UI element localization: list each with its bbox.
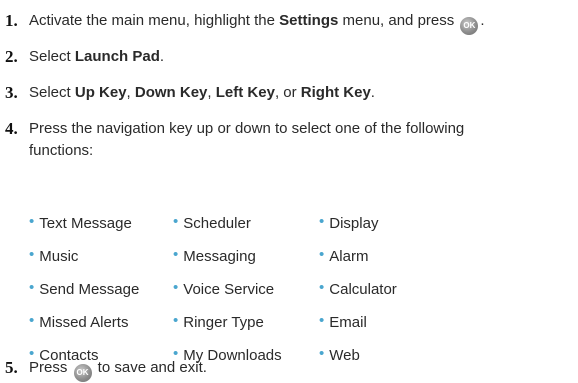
bullet-icon: • xyxy=(173,246,179,263)
step-text: Select Launch Pad. xyxy=(29,46,574,67)
right-key-label: Right Key xyxy=(300,84,371,101)
step-number: 4. xyxy=(5,119,18,138)
step-text-line-1: Press the navigation key up or down to s… xyxy=(29,120,465,137)
step-text-part: Press xyxy=(29,359,72,376)
function-label: Missed Alerts xyxy=(39,314,129,331)
step-text-part: menu, and press xyxy=(338,12,459,29)
step-text-part: , or xyxy=(274,84,301,101)
step-text-part: to save and exit. xyxy=(93,359,207,376)
bullet-icon: • xyxy=(173,279,179,296)
function-label: Scheduler xyxy=(183,215,251,232)
function-label: Send Message xyxy=(39,281,140,298)
step-text-part: Select xyxy=(29,48,75,65)
bullet-icon: • xyxy=(319,279,325,296)
step-text-part: . xyxy=(159,48,165,65)
left-key-label: Left Key xyxy=(215,84,275,101)
step-5: 5. Press OK to save and exit. xyxy=(5,357,574,382)
step-text-part: , xyxy=(207,84,216,101)
step-2: 2. Select Launch Pad. xyxy=(5,46,574,67)
function-list: • Text Message • Scheduler • Display • Music… xyxy=(29,207,489,372)
step-text: Activate the main menu, highlight the Se… xyxy=(29,10,574,35)
function-label: Voice Service xyxy=(183,281,275,298)
settings-menu-label: Settings xyxy=(279,12,339,29)
function-label: Display xyxy=(329,215,379,232)
bullet-icon: • xyxy=(319,246,325,263)
function-item: • Display xyxy=(319,207,469,240)
step-number: 5. xyxy=(5,358,18,377)
bullet-icon: • xyxy=(319,213,325,230)
up-key-label: Up Key xyxy=(74,84,127,101)
step-text: Select Up Key, Down Key, Left Key, or Ri… xyxy=(29,82,574,103)
step-text: Press OK to save and exit. xyxy=(29,357,574,382)
step-text-part: . xyxy=(480,12,485,29)
function-label: Calculator xyxy=(329,281,397,298)
step-3: 3. Select Up Key, Down Key, Left Key, or… xyxy=(5,82,574,103)
function-item: • Scheduler xyxy=(173,207,319,240)
step-number: 2. xyxy=(5,47,18,66)
function-item: • Music xyxy=(29,240,173,273)
step-text-part: Select xyxy=(29,84,75,101)
step-4: 4. Press the navigation key up or down t… xyxy=(5,118,574,161)
function-label: Text Message xyxy=(39,215,132,232)
function-item: • Voice Service xyxy=(173,273,319,306)
bullet-icon: • xyxy=(173,213,179,230)
ok-button-icon: OK xyxy=(460,17,479,35)
bullet-icon: • xyxy=(29,213,35,230)
step-text-line-2: functions: xyxy=(29,142,94,159)
function-label: Messaging xyxy=(183,248,256,265)
bullet-icon: • xyxy=(29,279,35,296)
function-label: Music xyxy=(39,248,79,265)
step-text-part: . xyxy=(370,84,375,101)
function-item: • Send Message xyxy=(29,273,173,306)
step-text-part: , xyxy=(126,84,135,101)
bullet-icon: • xyxy=(29,312,35,329)
function-item: • Email xyxy=(319,306,469,339)
function-item: • Missed Alerts xyxy=(29,306,173,339)
function-item: • Ringer Type xyxy=(173,306,319,339)
launch-pad-label: Launch Pad xyxy=(74,48,160,65)
function-label: Email xyxy=(329,314,367,331)
down-key-label: Down Key xyxy=(134,84,208,101)
step-number: 1. xyxy=(5,11,18,30)
function-item: • Alarm xyxy=(319,240,469,273)
bullet-icon: • xyxy=(319,312,325,329)
ok-button-icon: OK xyxy=(73,364,92,382)
step-1: 1. Activate the main menu, highlight the… xyxy=(5,10,574,35)
function-item: • Text Message xyxy=(29,207,173,240)
function-item: • Messaging xyxy=(173,240,319,273)
function-item: • Calculator xyxy=(319,273,469,306)
function-label: Alarm xyxy=(329,248,369,265)
bullet-icon: • xyxy=(29,246,35,263)
bullet-icon: • xyxy=(173,312,179,329)
step-text-part: Activate the main menu, highlight the xyxy=(29,12,280,29)
step-number: 3. xyxy=(5,83,18,102)
function-label: Ringer Type xyxy=(183,314,264,331)
